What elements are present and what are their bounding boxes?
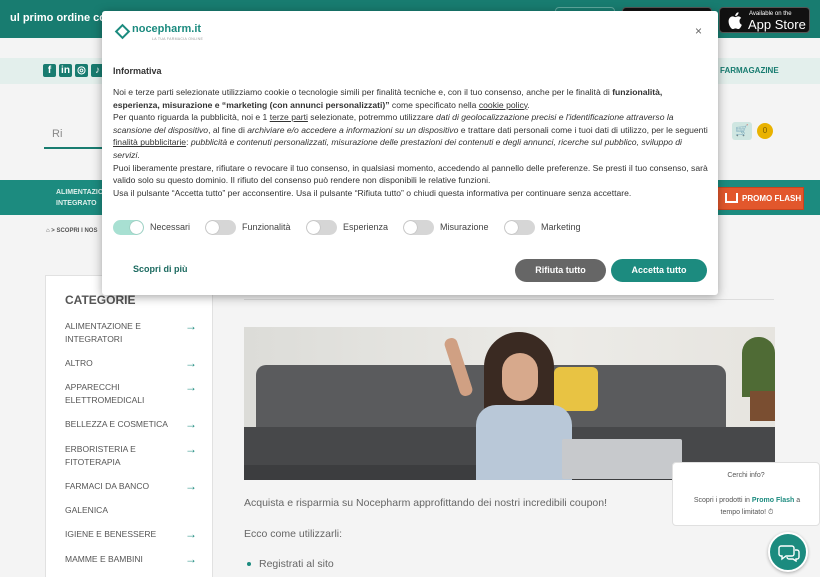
body-text: Noi e terze parti selezionate utilizziam… — [113, 87, 613, 97]
body-text: . — [137, 149, 140, 160]
toggle-switch[interactable] — [403, 220, 434, 236]
toggle-misurazione[interactable]: Misurazione — [403, 219, 489, 236]
toggle-necessari[interactable]: Necessari — [113, 219, 191, 236]
toggle-label: Necessari — [150, 222, 191, 232]
toggle-label: Esperienza — [343, 222, 389, 232]
body-text: Puoi liberamente prestare, rifiutare o r… — [113, 162, 708, 186]
toggle-switch[interactable] — [504, 220, 535, 236]
toggle-label: Misurazione — [440, 222, 489, 232]
logo-brand: nocepharm.it — [132, 23, 202, 35]
learn-more-link[interactable]: Scopri di più — [133, 264, 188, 274]
body-link[interactable]: finalità pubblicitarie — [113, 137, 186, 147]
logo-tagline: LA TUA FARMACIA ONLINE — [152, 37, 204, 41]
toggle-switch[interactable] — [205, 220, 236, 236]
toggle-switch[interactable] — [306, 220, 337, 236]
close-icon[interactable]: × — [695, 24, 702, 38]
body-text: come specificato nella — [389, 99, 479, 110]
body-text: Usa il pulsante “Accetta tutto” per acco… — [113, 187, 632, 198]
logo-mark-icon — [114, 23, 131, 40]
body-italic-text: archiviare e/o accedere a informazioni s… — [247, 124, 459, 135]
toggle-marketing[interactable]: Marketing — [504, 219, 581, 236]
body-text: e trattare dati personali come i tuoi da… — [458, 124, 708, 135]
body-link[interactable]: terze parti — [270, 112, 308, 122]
toggle-label: Marketing — [541, 222, 581, 232]
body-italic-text: pubblicità e contenuti personalizzati, m… — [113, 137, 682, 160]
toggle-funzionalita[interactable]: Funzionalità — [205, 219, 291, 236]
body-text: Per quanto riguarda la pubblicità, noi e… — [113, 112, 270, 123]
body-text: selezionate, potremmo utilizzare — [307, 112, 436, 123]
body-text: . — [527, 99, 530, 110]
dialog-title: Informativa — [113, 66, 162, 76]
body-text: , al fine di — [208, 124, 248, 135]
toggle-esperienza[interactable]: Esperienza — [306, 219, 389, 236]
toggle-label: Funzionalità — [242, 222, 291, 232]
toggle-switch[interactable] — [113, 220, 144, 236]
reject-all-button[interactable]: Rifiuta tutto — [515, 259, 606, 282]
accept-all-button[interactable]: Accetta tutto — [611, 259, 707, 282]
body-link[interactable]: cookie policy — [479, 100, 528, 110]
cookie-consent-dialog: nocepharm.it LA TUA FARMACIA ONLINE × In… — [102, 11, 718, 295]
dialog-body: Noi e terze parti selezionate utilizziam… — [113, 86, 708, 199]
